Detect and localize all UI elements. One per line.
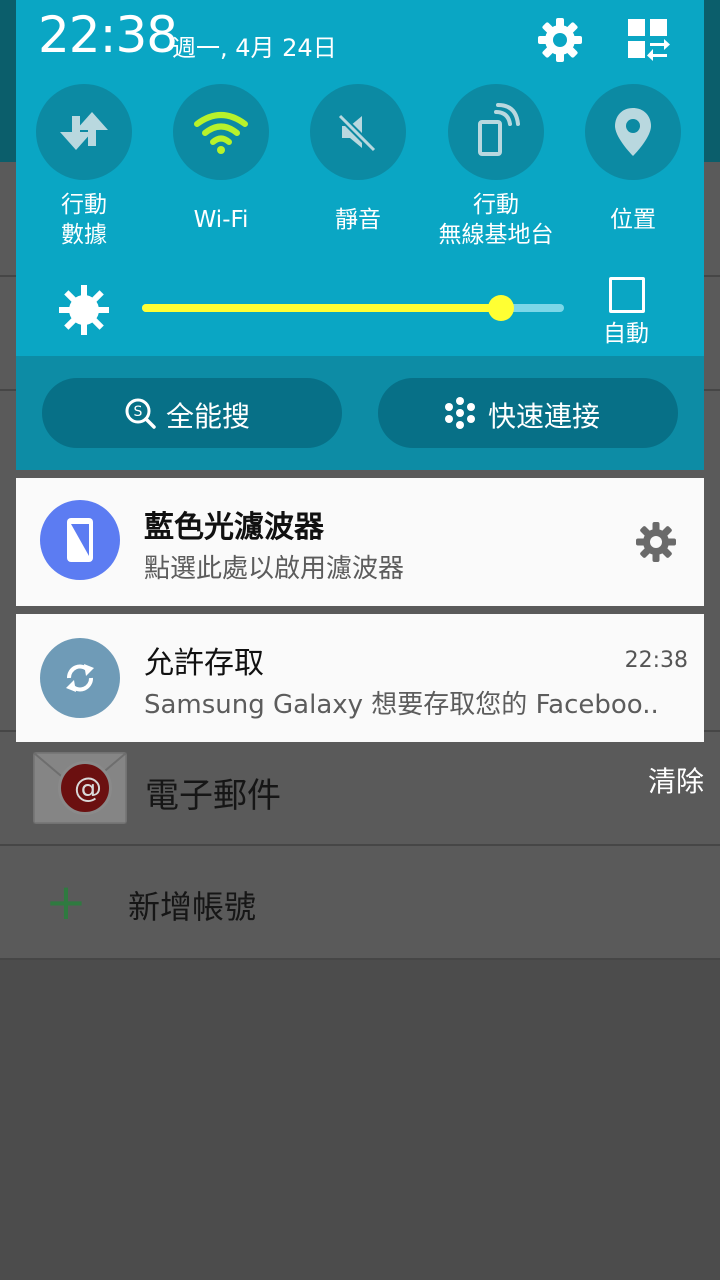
toggle-label-wifi: Wi-Fi xyxy=(151,205,291,235)
location-icon xyxy=(615,108,651,156)
s-finder-search-icon: S xyxy=(125,398,156,429)
quick-connect-label: 快速連接 xyxy=(488,400,601,433)
toggle-wifi[interactable] xyxy=(173,84,269,180)
sync-icon xyxy=(40,638,120,718)
brightness-sun-icon xyxy=(59,285,109,335)
toggle-label-location: 位置 xyxy=(563,205,703,235)
s-finder-button[interactable]: S 全能搜 xyxy=(42,378,342,448)
toggle-hotspot[interactable] xyxy=(448,84,544,180)
toggle-mobile-data[interactable] xyxy=(36,84,132,180)
edit-panel-grid-icon[interactable] xyxy=(622,14,674,66)
toggle-label-text: 行動 數據 xyxy=(61,192,107,248)
brightness-slider[interactable] xyxy=(142,295,564,321)
mobile-data-icon xyxy=(60,112,108,150)
email-account-label[interactable]: 電子郵件 xyxy=(145,768,281,817)
toggle-location[interactable] xyxy=(585,84,681,180)
toggle-label-text: 行動 無線基地台 xyxy=(438,192,554,248)
wifi-icon xyxy=(194,112,248,154)
divider xyxy=(0,844,720,846)
mute-icon xyxy=(337,113,377,153)
hotspot-icon xyxy=(478,103,520,156)
notification-text: Samsung Galaxy 想要存取您的 Faceboo.. xyxy=(144,690,659,720)
status-date: 週一, 4月 24日 xyxy=(172,34,337,62)
auto-brightness-checkbox[interactable] xyxy=(609,277,645,313)
toggle-label-mute: 靜音 xyxy=(288,205,428,235)
auto-brightness-label: 自動 xyxy=(603,321,649,347)
notification-time: 22:38 xyxy=(624,648,688,673)
toggle-label-hotspot: 行動 無線基地台 xyxy=(426,190,566,250)
notification-blue-light-filter[interactable]: 藍色光濾波器 點選此處以啟用濾波器 xyxy=(16,478,704,606)
notification-title: 允許存取 xyxy=(144,646,264,681)
toggle-label-text: Wi-Fi xyxy=(193,207,249,233)
brightness-slider-fill xyxy=(142,304,501,312)
toggle-label-text: 靜音 xyxy=(335,207,381,233)
notification-title: 藍色光濾波器 xyxy=(144,510,324,545)
notification-allow-access[interactable]: 允許存取 22:38 Samsung Galaxy 想要存取您的 Faceboo… xyxy=(16,614,704,742)
blue-light-filter-icon xyxy=(40,500,120,580)
quick-connect-icon xyxy=(445,397,475,429)
settings-gear-icon[interactable] xyxy=(534,14,586,66)
plus-icon[interactable]: + xyxy=(45,877,87,927)
add-account-label[interactable]: 新增帳號 xyxy=(128,882,256,928)
toggle-label-text: 位置 xyxy=(610,207,656,233)
email-app-icon[interactable]: @ xyxy=(33,752,127,824)
s-finder-label: 全能搜 xyxy=(166,400,251,433)
notification-text: 點選此處以啟用濾波器 xyxy=(144,554,405,584)
at-circle-icon: @ xyxy=(58,761,112,815)
divider xyxy=(0,958,720,960)
brightness-slider-thumb[interactable] xyxy=(487,295,514,321)
status-time: 22:38 xyxy=(38,6,178,64)
clear-notifications-button[interactable]: 清除 xyxy=(648,760,704,800)
svg-text:S: S xyxy=(134,404,143,420)
toggle-mute[interactable] xyxy=(310,84,406,180)
quick-connect-button[interactable]: 快速連接 xyxy=(378,378,678,448)
notification-settings-gear-icon[interactable] xyxy=(634,520,678,564)
toggle-label-mobile-data: 行動 數據 xyxy=(14,190,154,250)
